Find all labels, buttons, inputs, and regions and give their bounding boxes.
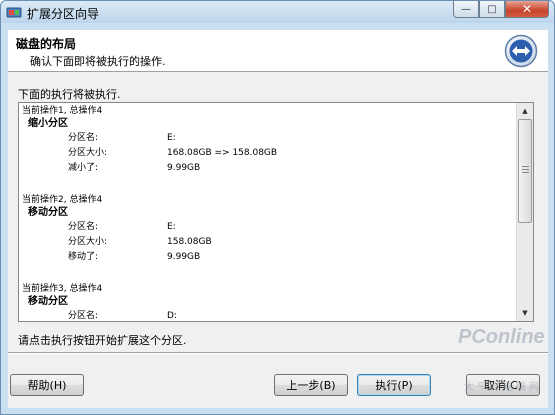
row-value: 9.99GB [167,252,201,262]
wizard-header: 磁盘的布局 确认下面即将被执行的操作. [8,30,548,72]
row-value: E: [167,222,176,232]
execute-button[interactable]: 执行(P) [357,374,431,396]
back-button[interactable]: 上一步(B) [274,374,348,396]
wizard-window: 扩展分区向导 — □ ✕ 磁盘的布局 确认下面即将被执行的操作. 下面的执行将被… [0,0,555,415]
operation-row: 分区名: E: [22,220,518,235]
operation-title: 移动分区 [28,296,68,307]
help-button[interactable]: 帮助(H) [10,374,84,396]
operation-row: 分区名: E: [22,131,518,146]
operation-row: 减小了: 9.99GB [22,161,518,176]
operation-item: 当前操作1, 总操作4 缩小分区 分区名: E: 分区大小: 168.08GB … [22,105,518,194]
divider [8,352,548,354]
row-value: 158.08GB [167,237,212,247]
row-key: 减小了: [68,163,99,173]
row-key: 分区名: [68,311,99,321]
operations-content: 当前操作1, 总操作4 缩小分区 分区名: E: 分区大小: 168.08GB … [22,105,518,321]
maximize-button[interactable]: □ [479,1,505,18]
operations-list[interactable]: 当前操作1, 总操作4 缩小分区 分区名: E: 分区大小: 168.08GB … [18,102,534,322]
instruction-label: 下面的执行将被执行. [18,88,121,101]
row-key: 分区名: [68,133,99,143]
scroll-down-arrow-icon[interactable]: ▼ [517,305,533,321]
scroll-up-arrow-icon[interactable]: ▲ [517,103,533,119]
footer-instruction: 请点击执行按钮开始扩展这个分区. [18,334,187,347]
wizard-client-area: 磁盘的布局 确认下面即将被执行的操作. 下面的执行将被执行. 当前操作1, 总操… [8,30,548,408]
row-value: D: [167,311,177,321]
window-controls: — □ ✕ [453,1,549,19]
operation-head: 当前操作2, 总操作4 [22,195,103,205]
operation-head: 当前操作1, 总操作4 [22,106,103,116]
window-title: 扩展分区向导 [27,7,100,21]
minimize-button[interactable]: — [453,1,479,18]
row-value: 168.08GB => 158.08GB [167,148,278,158]
operation-title: 移动分区 [28,207,68,218]
grip-icon [522,166,529,173]
swap-arrows-icon [504,34,538,68]
row-key: 分区名: [68,222,99,232]
operation-row: 移动了: 9.99GB [22,250,518,265]
operation-row: 分区名: D: [22,309,518,321]
operation-row: 分区大小: 158.08GB [22,235,518,250]
row-key: 移动了: [68,252,99,262]
scrollbar-thumb[interactable] [518,119,532,223]
row-key: 分区大小: [68,148,108,158]
partition-app-icon [6,7,22,18]
row-value: 9.99GB [167,163,201,173]
operation-head: 当前操作3, 总操作4 [22,284,103,294]
operation-item: 当前操作3, 总操作4 移动分区 分区名: D: [22,283,518,321]
page-subtitle: 确认下面即将被执行的操作. [30,55,166,68]
row-value: E: [167,133,176,143]
close-button[interactable]: ✕ [505,1,549,18]
title-bar[interactable]: 扩展分区向导 — □ ✕ [1,1,554,23]
page-title: 磁盘的布局 [16,37,77,51]
operation-title: 缩小分区 [28,118,68,129]
row-key: 分区大小: [68,237,108,247]
vertical-scrollbar[interactable]: ▲ ▼ [516,103,533,321]
operation-item: 当前操作2, 总操作4 移动分区 分区名: E: 分区大小: 158.08GB … [22,194,518,283]
operation-row: 分区大小: 168.08GB => 158.08GB [22,146,518,161]
cancel-button[interactable]: 取消(C) [466,374,540,396]
